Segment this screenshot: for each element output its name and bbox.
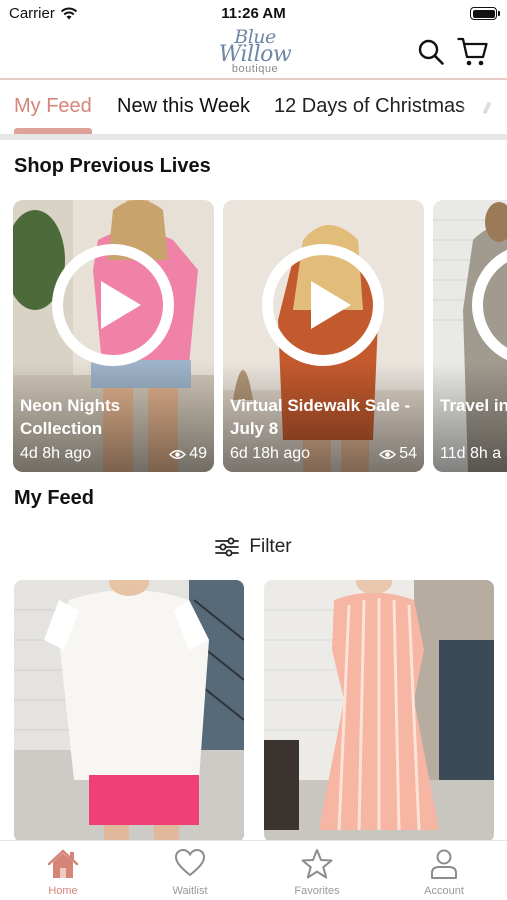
logo-line3: boutique xyxy=(231,63,279,75)
filter-button[interactable]: Filter xyxy=(0,534,507,560)
nav-favorites[interactable]: Favorites xyxy=(254,841,380,900)
nav-waitlist[interactable]: Waitlist xyxy=(127,841,253,900)
tabs-divider xyxy=(0,134,507,140)
nav-waitlist-label: Waitlist xyxy=(172,885,208,897)
live-title: Travel in xyxy=(440,396,507,415)
star-icon xyxy=(254,848,380,880)
live-title: Virtual Sidewalk Sale - July 8 xyxy=(230,396,411,438)
battery-icon xyxy=(470,7,500,20)
logo-line2: Willow xyxy=(218,42,292,67)
product-image xyxy=(264,580,494,842)
live-card[interactable]: Travel in 11d 8h a xyxy=(433,200,507,472)
category-tabs: My Feed New this Week 12 Days of Christm… xyxy=(0,80,507,136)
tabs-fade xyxy=(462,80,507,130)
product-card[interactable] xyxy=(14,580,244,842)
live-card[interactable]: Neon Nights Collection 4d 8h ago 49 xyxy=(13,200,214,472)
play-icon[interactable] xyxy=(262,244,384,366)
play-triangle xyxy=(311,281,351,329)
account-icon xyxy=(381,848,507,880)
tab-12-days-of-christmas[interactable]: 12 Days of Christmas xyxy=(274,95,465,118)
live-time-ago: 6d 18h ago xyxy=(230,445,311,462)
nav-favorites-label: Favorites xyxy=(294,885,340,897)
eye-icon xyxy=(169,449,187,459)
live-time-ago: 4d 8h ago xyxy=(20,445,92,462)
live-view-count: 54 xyxy=(399,445,417,462)
heart-icon xyxy=(127,848,253,880)
product-card[interactable] xyxy=(264,580,494,842)
nav-account-label: Account xyxy=(424,885,464,897)
cart-icon[interactable] xyxy=(456,36,490,68)
tab-my-feed[interactable]: My Feed xyxy=(14,95,92,118)
live-views: 54 xyxy=(379,445,417,463)
eye-icon xyxy=(379,449,397,459)
live-title: Neon Nights Collection xyxy=(20,396,121,438)
search-icon[interactable] xyxy=(416,36,446,68)
product-image xyxy=(14,580,244,842)
live-time-ago: 11d 8h a xyxy=(440,445,502,462)
filter-label: Filter xyxy=(249,536,292,557)
sliders-icon xyxy=(215,537,240,557)
brand-logo[interactable]: Blue Willow boutique xyxy=(200,28,310,76)
play-triangle xyxy=(101,281,141,329)
play-icon[interactable] xyxy=(52,244,174,366)
live-card[interactable]: Virtual Sidewalk Sale - July 8 6d 18h ag… xyxy=(223,200,424,472)
nav-home-label: Home xyxy=(48,885,78,897)
status-bar: Carrier 11:26 AM xyxy=(0,0,507,28)
live-view-count: 49 xyxy=(189,445,207,462)
live-views: 49 xyxy=(169,445,207,463)
section-title-feed: My Feed xyxy=(14,487,95,509)
home-icon xyxy=(0,848,126,880)
bottom-nav: Home Waitlist Favorites Account xyxy=(0,840,507,900)
section-title-lives: Shop Previous Lives xyxy=(14,155,211,177)
nav-home[interactable]: Home xyxy=(0,841,126,900)
tab-new-this-week[interactable]: New this Week xyxy=(117,95,250,118)
app-header: Blue Willow boutique xyxy=(0,28,507,80)
clock: 11:26 AM xyxy=(221,5,286,22)
nav-account[interactable]: Account xyxy=(381,841,507,900)
